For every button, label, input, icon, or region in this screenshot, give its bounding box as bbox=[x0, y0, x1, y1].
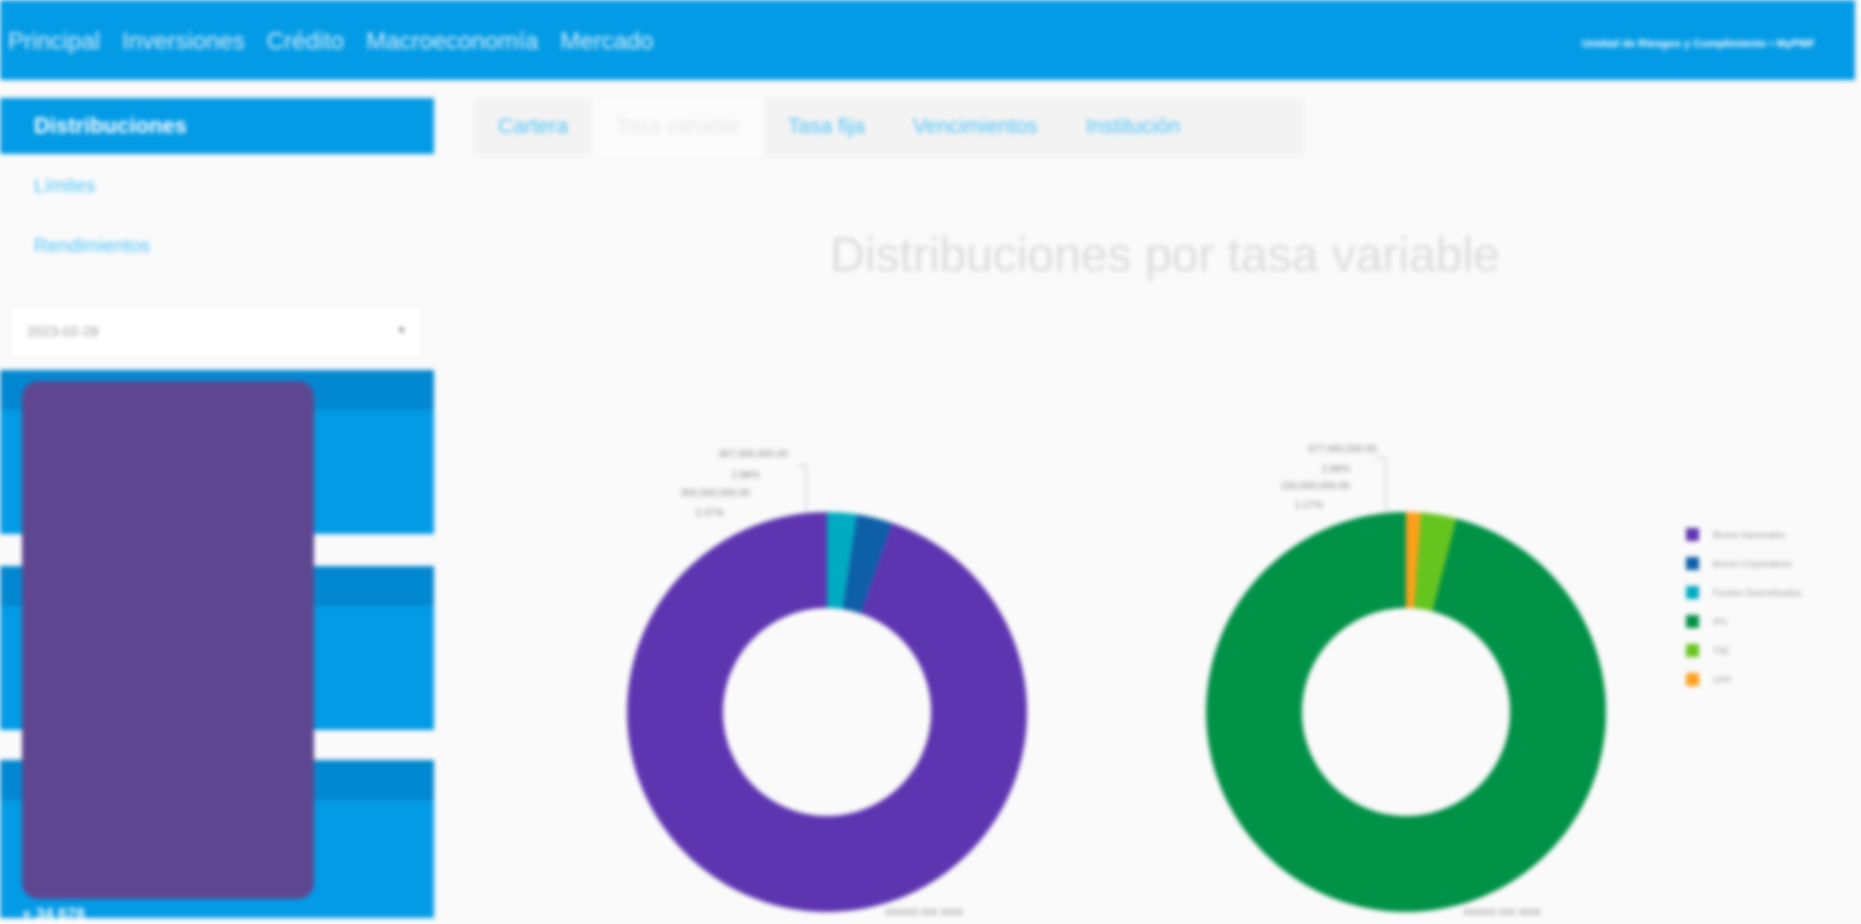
callout-pct: 2.88% bbox=[732, 470, 760, 481]
callout-amount: 367,000,000.00 bbox=[718, 449, 788, 460]
chart-left-footer: xxxxxx xxx xxxx bbox=[885, 906, 963, 918]
chart-legend: Bonos Nacionales Bonos Corporativos Fond… bbox=[1686, 520, 1802, 694]
legend-swatch bbox=[1686, 673, 1699, 686]
legend-label: Fondos Diversificados bbox=[1713, 587, 1802, 598]
legend-swatch bbox=[1686, 586, 1699, 599]
legend-label: TIIE bbox=[1713, 645, 1730, 656]
chart-left-slices bbox=[627, 512, 1028, 912]
legend-swatch bbox=[1686, 528, 1699, 541]
chart-right-footer: xxxxxx xxx xxxx bbox=[1463, 906, 1541, 918]
charts-canvas: 367,000,000.00 2.88% 300,000,000.00 2.37… bbox=[627, 444, 1607, 918]
legend-label: Bonos Corporativos bbox=[1713, 558, 1793, 569]
legend-label: CPP bbox=[1713, 674, 1732, 685]
callout-pct: 2.37% bbox=[696, 508, 724, 519]
callout-pct: 1.17% bbox=[1295, 500, 1323, 511]
legend-swatch bbox=[1686, 615, 1699, 628]
legend-item[interactable]: CPP bbox=[1686, 665, 1802, 694]
legend-item[interactable]: Bonos Nacionales bbox=[1686, 520, 1802, 549]
legend-label: Bonos Nacionales bbox=[1713, 529, 1786, 540]
callout-amount: 300,000,000.00 bbox=[680, 488, 750, 499]
legend-item[interactable]: Bonos Corporativos bbox=[1686, 549, 1802, 578]
legend-label: IPC bbox=[1713, 616, 1729, 627]
chart-left: 367,000,000.00 2.88% 300,000,000.00 2.37… bbox=[627, 449, 1028, 918]
legend-item[interactable]: IPC bbox=[1686, 607, 1802, 636]
chart-right-slices bbox=[1206, 512, 1607, 912]
callout-amount: 377,000,000.00 bbox=[1307, 444, 1377, 455]
callout-pct: 2.88% bbox=[1322, 464, 1350, 475]
legend-item[interactable]: TIIE bbox=[1686, 636, 1802, 665]
legend-item[interactable]: Fondos Diversificados bbox=[1686, 578, 1802, 607]
callout-amount: 150,000,000.00 bbox=[1280, 481, 1350, 492]
legend-swatch bbox=[1686, 557, 1699, 570]
chart-right: 377,000,000.00 2.88% 150,000,000.00 1.17… bbox=[1206, 444, 1607, 918]
legend-swatch bbox=[1686, 644, 1699, 657]
